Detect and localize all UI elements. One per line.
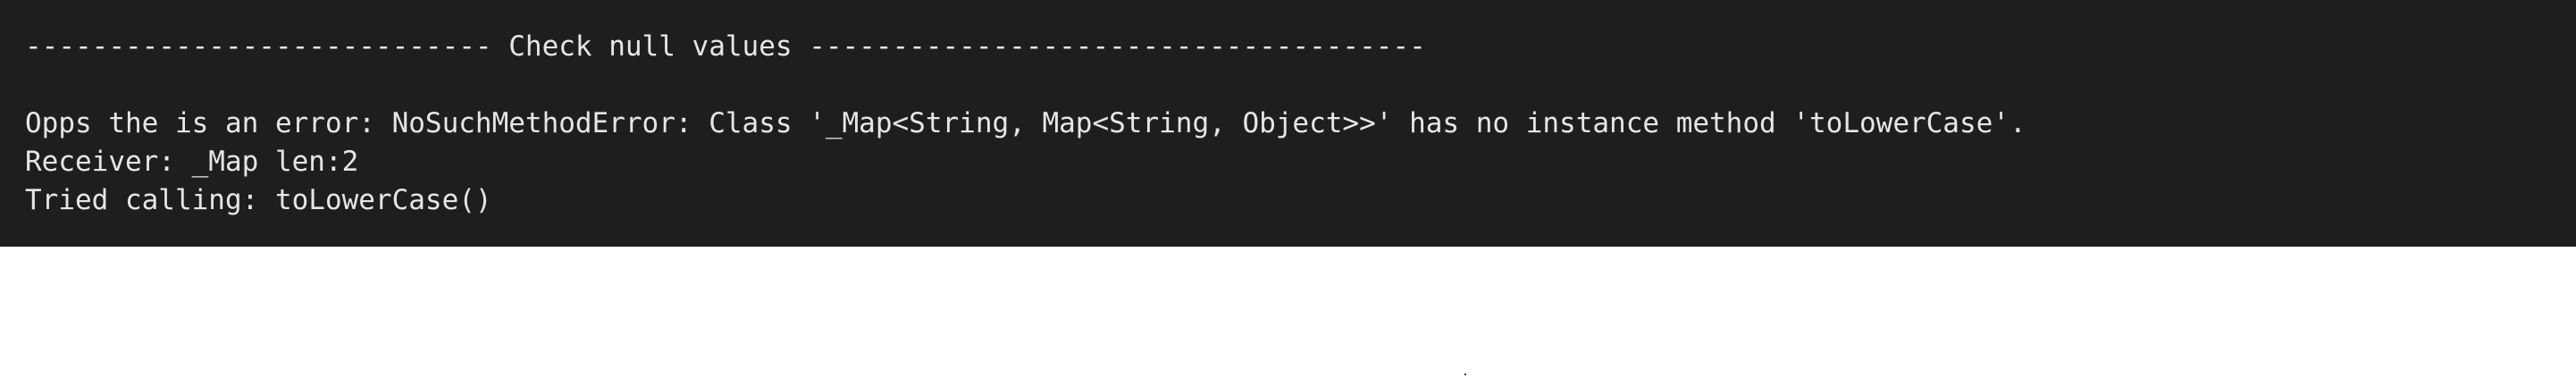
console-output-panel: ---------------------------- Check null … — [0, 0, 2576, 247]
stray-pixel-mark — [1464, 374, 1466, 375]
receiver-line: Receiver: _Map len:2 — [25, 146, 359, 178]
error-message-line: Opps the is an error: NoSuchMethodError:… — [25, 107, 2026, 139]
tried-calling-line: Tried calling: toLowerCase() — [25, 184, 492, 216]
section-header-line: ---------------------------- Check null … — [25, 30, 1426, 63]
empty-background-area — [0, 247, 2576, 378]
